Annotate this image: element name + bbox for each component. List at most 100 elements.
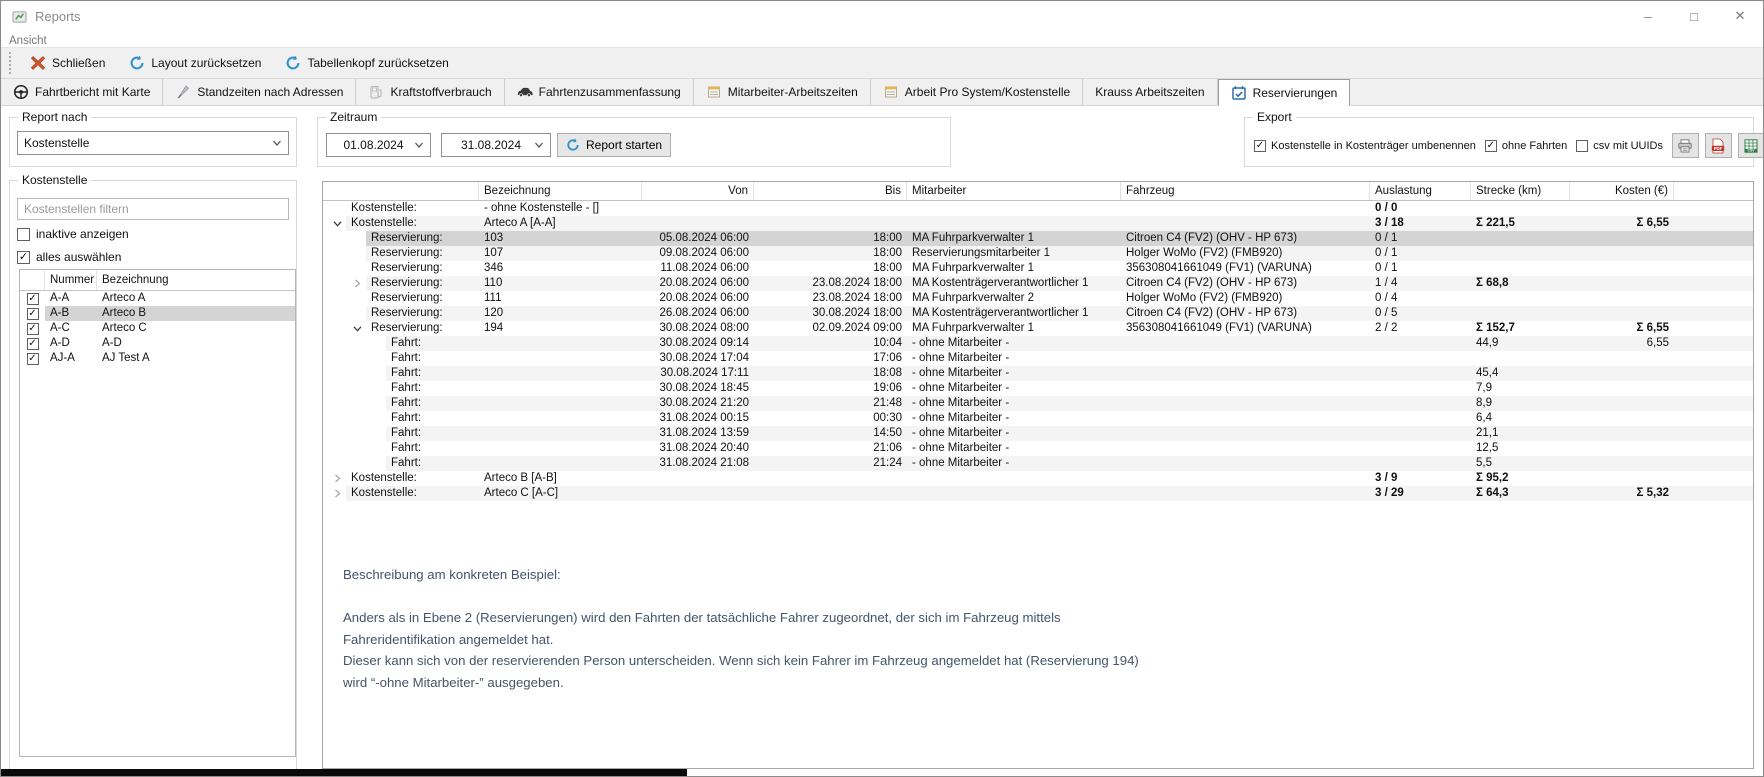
list-item[interactable]: ✓ A-B Arteco B <box>20 306 295 321</box>
column-header-mitarbeiter[interactable]: Mitarbeiter <box>907 182 1121 200</box>
table-row-reservierung-107[interactable]: Reservierung: 107 09.08.2024 06:00 18:00 Res… <box>323 246 1753 261</box>
expander-open-icon[interactable] <box>353 324 362 333</box>
table-row-reservierung-346[interactable]: Reservierung: 346 11.08.2024 06:00 18:00 MA … <box>323 261 1753 276</box>
date-from-picker[interactable]: 01.08.2024 <box>326 133 431 157</box>
column-header-von[interactable]: Von <box>642 182 754 200</box>
kostenstellen-filter-input[interactable] <box>17 198 289 220</box>
sheet-icon <box>883 84 899 100</box>
cell-kosten: Σ 5,32 <box>1636 487 1669 499</box>
row-checkbox[interactable]: ✓ <box>26 352 39 365</box>
table-row-fahrt-31-08-2024-20-40[interactable]: Fahrt: 31.08.2024 20:40 21:06 - ohne Mitarb… <box>323 441 1753 456</box>
checkbox[interactable]: ✓ <box>1484 139 1497 152</box>
table-row-fahrt-30-08-2024-21-20[interactable]: Fahrt: 30.08.2024 21:20 21:48 - ohne Mitarb… <box>323 396 1753 411</box>
tree-indent <box>323 321 366 336</box>
export-checkbox-csv-mit-uuids[interactable]: csv mit UUIDs <box>1576 139 1663 152</box>
cell-auslastung: 3 / 9 <box>1375 472 1398 484</box>
report-nach-label: Report nach <box>18 110 92 124</box>
tab-krauss-arbeitszeiten[interactable]: Krauss Arbeitszeiten <box>1083 79 1218 105</box>
column-header-bis[interactable]: Bis <box>754 182 907 200</box>
app-icon <box>12 9 27 24</box>
minimize-button[interactable]: – <box>1625 1 1671 31</box>
cell-mitarbeiter: MA Fuhrparkverwalter 2 <box>912 292 1035 304</box>
tab-arbeit-pro-system-kostenstelle[interactable]: Arbeit Pro System/Kostenstelle <box>871 79 1084 105</box>
export-button-csv[interactable]: CSV <box>1737 133 1763 158</box>
inactive-checkbox[interactable] <box>17 227 30 241</box>
report-starten-button[interactable]: Report starten <box>557 133 672 157</box>
column-header-tree[interactable] <box>323 182 479 200</box>
close-report-label: Schließen <box>52 56 106 70</box>
table-row-reservierung-194[interactable]: Reservierung: 194 30.08.2024 08:00 02.09.20… <box>323 321 1753 336</box>
cell-auslastung: 3 / 18 <box>1375 217 1404 229</box>
report-nach-select[interactable]: Kostenstelle <box>17 131 289 155</box>
close-report-button[interactable]: Schließen <box>23 52 112 74</box>
date-to-picker[interactable]: 31.08.2024 <box>441 133 551 157</box>
cell-fahrzeug: Citroen C4 (FV2) (OHV - HP 673) <box>1126 277 1298 289</box>
reset-tablehead-button[interactable]: Tabellenkopf zurücksetzen <box>278 52 455 74</box>
refresh-icon <box>285 55 301 71</box>
table-row-fahrt-31-08-2024-21-08[interactable]: Fahrt: 31.08.2024 21:08 21:24 - ohne Mitarb… <box>323 456 1753 471</box>
tab-fahrtenzusammenfassung[interactable]: Fahrtenzusammenfassung <box>505 79 694 105</box>
expander-closed-icon[interactable] <box>333 489 342 498</box>
table-row-kostenstelle-ohne-kostenstelle[interactable]: Kostenstelle: - ohne Kostenstelle - [] 0 /… <box>323 201 1753 216</box>
menu-item-ansicht[interactable]: Ansicht <box>9 35 47 47</box>
table-row-reservierung-111[interactable]: Reservierung: 111 20.08.2024 06:00 23.08.20… <box>323 291 1753 306</box>
row-checkbox[interactable]: ✓ <box>26 337 39 350</box>
table-row-fahrt-31-08-2024-13-59[interactable]: Fahrt: 31.08.2024 13:59 14:50 - ohne Mitarb… <box>323 426 1753 441</box>
table-row-reservierung-103[interactable]: Reservierung: 103 05.08.2024 06:00 18:00 MA … <box>323 231 1753 246</box>
tab-reservierungen[interactable]: Reservierungen <box>1217 79 1351 106</box>
table-row-kostenstelle-arteco-c-a-c[interactable]: Kostenstelle: Arteco C [A-C] 3 / 29 Σ 64,3 Σ… <box>323 486 1753 501</box>
table-row-fahrt-30-08-2024-17-04[interactable]: Fahrt: 30.08.2024 17:04 17:06 - ohne Mitarb… <box>323 351 1753 366</box>
checkbox[interactable]: ✓ <box>1254 139 1266 152</box>
cell-bezeichnung: Arteco B [A-B] <box>484 472 557 484</box>
table-row-reservierung-120[interactable]: Reservierung: 120 26.08.2024 06:00 30.08.20… <box>323 306 1753 321</box>
tab-label: Standzeiten nach Adressen <box>197 85 344 99</box>
export-group: Export ✓ Kostenstelle in Kostenträger umb… <box>1244 110 1763 167</box>
table-row-kostenstelle-arteco-b-a-b[interactable]: Kostenstelle: Arteco B [A-B] 3 / 9 Σ 95,2 <box>323 471 1753 486</box>
table-row-fahrt-30-08-2024-18-45[interactable]: Fahrt: 30.08.2024 18:45 19:06 - ohne Mitarb… <box>323 381 1753 396</box>
table-row-kostenstelle-arteco-a-a-a[interactable]: Kostenstelle: Arteco A [A-A] 3 / 18 Σ 221,5… <box>323 216 1753 231</box>
expander-closed-icon[interactable] <box>353 279 362 288</box>
cell-von: 30.08.2024 09:14 <box>659 337 749 349</box>
table-row-fahrt-30-08-2024-17-11[interactable]: Fahrt: 30.08.2024 17:11 18:08 - ohne Mitarb… <box>323 366 1753 381</box>
tab-kraftstoffverbrauch[interactable]: Kraftstoffverbrauch <box>356 79 505 105</box>
cell-bis: 18:00 <box>873 262 902 274</box>
calendar-check-icon <box>1231 85 1247 101</box>
expander-open-icon[interactable] <box>333 219 342 228</box>
tab-standzeiten-nach-adressen[interactable]: Standzeiten nach Adressen <box>163 79 357 105</box>
row-type-label: Reservierung: <box>371 292 443 304</box>
maximize-button[interactable]: □ <box>1671 1 1717 31</box>
list-item[interactable]: ✓ A-D A-D <box>20 336 295 351</box>
column-header-kosten[interactable]: Kosten (€) <box>1570 182 1674 200</box>
row-type-label: Reservierung: <box>371 277 443 289</box>
column-header-fahrzeug[interactable]: Fahrzeug <box>1121 182 1370 200</box>
select-all-checkbox-row[interactable]: ✓ alles auswählen <box>17 250 121 264</box>
select-all-checkbox[interactable]: ✓ <box>17 250 30 264</box>
row-checkbox[interactable]: ✓ <box>26 322 39 335</box>
list-item[interactable]: ✓ A-A Arteco A <box>20 291 295 306</box>
export-checkbox-ohne-fahrten[interactable]: ✓ ohne Fahrten <box>1484 139 1567 152</box>
list-item[interactable]: ✓ A-C Arteco C <box>20 321 295 336</box>
table-row-fahrt-31-08-2024-00-15[interactable]: Fahrt: 31.08.2024 00:15 00:30 - ohne Mitarb… <box>323 411 1753 426</box>
tab-mitarbeiter-arbeitszeiten[interactable]: Mitarbeiter-Arbeitszeiten <box>694 79 871 105</box>
column-header-strecke-km[interactable]: Strecke (km) <box>1471 182 1570 200</box>
expander-closed-icon[interactable] <box>333 474 342 483</box>
export-checkbox-kostenstelle-in-kostenträger-umbenennen[interactable]: ✓ Kostenstelle in Kostenträger umbenennen <box>1254 139 1476 152</box>
row-checkbox[interactable]: ✓ <box>26 307 39 320</box>
list-item[interactable]: ✓ AJ-A AJ Test A <box>20 351 295 366</box>
column-header-auslastung[interactable]: Auslastung <box>1370 182 1471 200</box>
column-header-bezeichnung[interactable]: Bezeichnung <box>479 182 642 200</box>
checkbox[interactable] <box>1576 139 1589 152</box>
row-type-label: Kostenstelle: <box>351 217 417 229</box>
reset-layout-button[interactable]: Layout zurücksetzen <box>122 52 268 74</box>
table-row-reservierung-110[interactable]: Reservierung: 110 20.08.2024 06:00 23.08.20… <box>323 276 1753 291</box>
inactive-checkbox-row[interactable]: inaktive anzeigen <box>17 227 129 241</box>
table-row-fahrt-30-08-2024-09-14[interactable]: Fahrt: 30.08.2024 09:14 10:04 - ohne Mitarb… <box>323 336 1753 351</box>
tab-fahrtbericht-mit-karte[interactable]: Fahrtbericht mit Karte <box>1 79 164 105</box>
close-window-button[interactable]: ✕ <box>1717 1 1763 31</box>
export-button-pdf[interactable]: PDF <box>1704 133 1732 158</box>
row-type-label: Fahrt: <box>391 382 422 394</box>
export-button-printer[interactable] <box>1671 133 1699 158</box>
row-type-label: Reservierung: <box>371 247 443 259</box>
row-checkbox[interactable]: ✓ <box>26 292 39 305</box>
cell-bis: 21:06 <box>873 442 902 454</box>
